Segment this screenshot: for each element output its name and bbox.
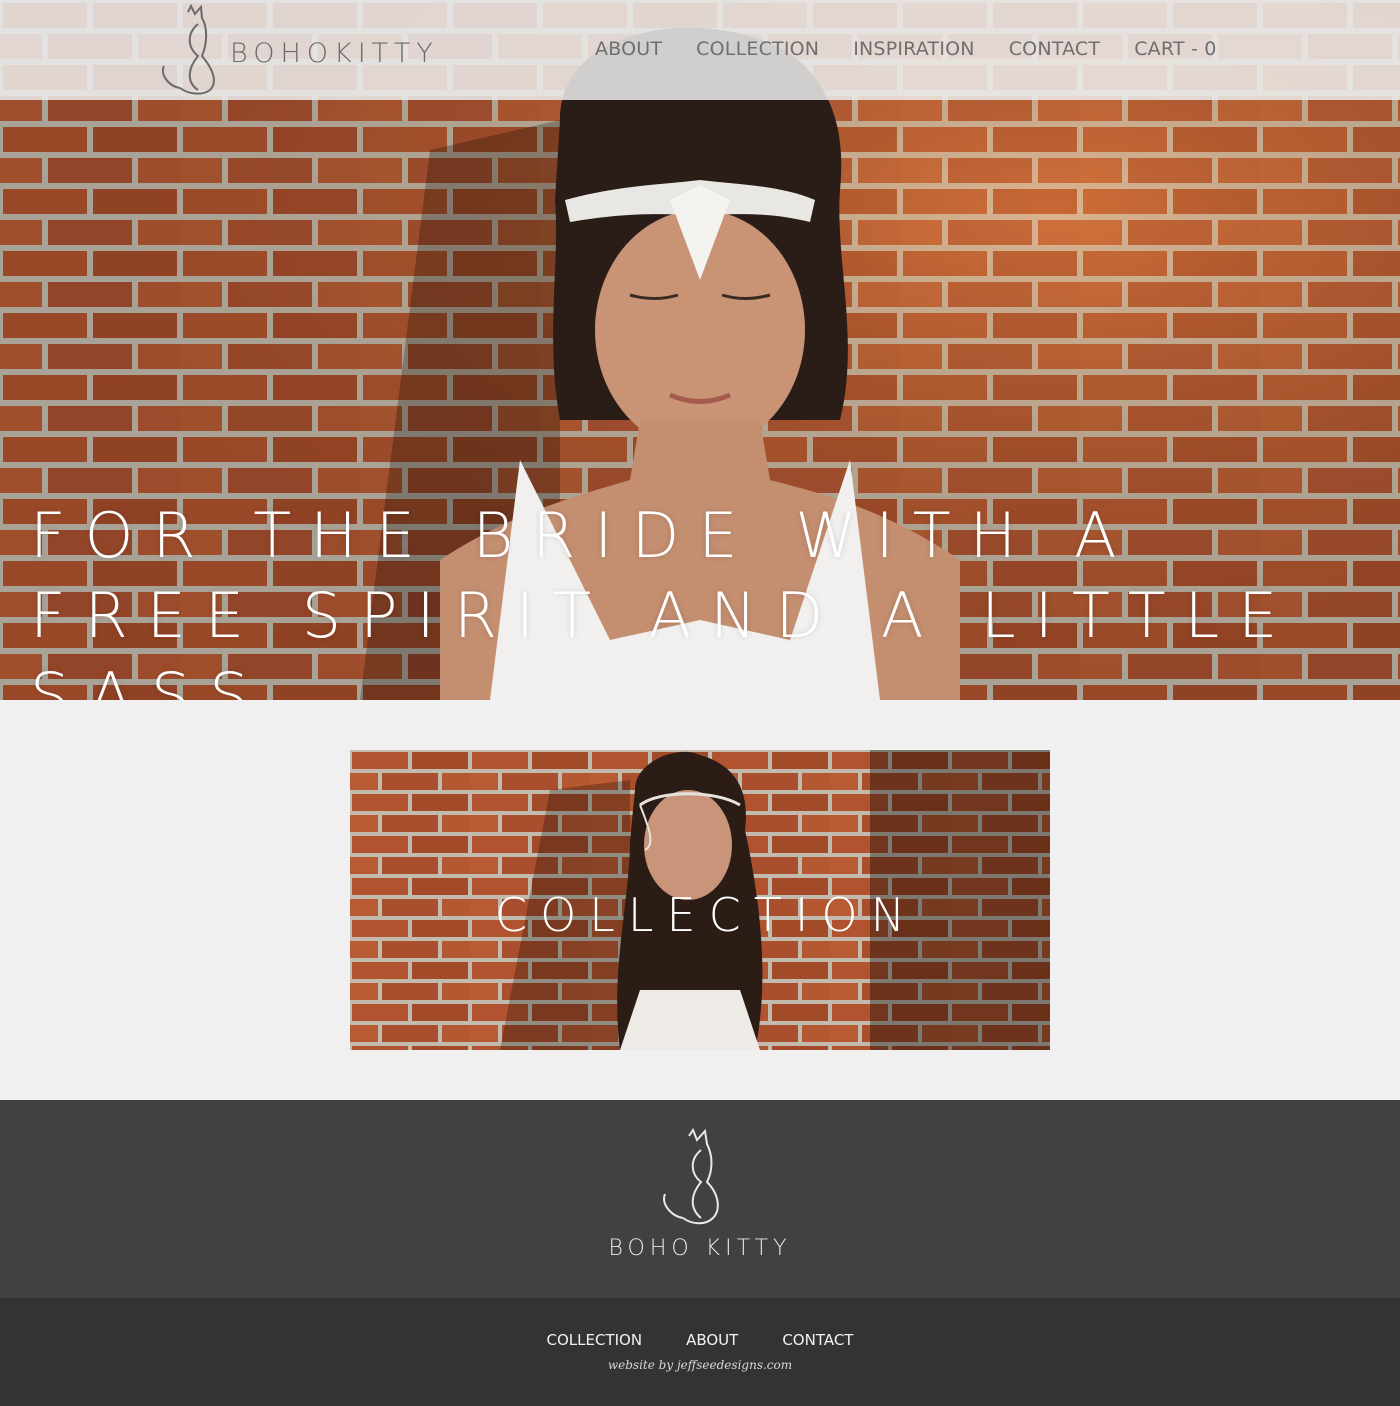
nav-cart[interactable]: CART - 0 [1134, 38, 1216, 60]
footer-bottom-bar [0, 1298, 1400, 1406]
footer-nav-collection[interactable]: COLLECTION [547, 1331, 643, 1349]
cat-logo-icon [162, 4, 215, 95]
site-header: BOHOKITTY ABOUT COLLECTION INSPIRATION C… [0, 0, 1400, 100]
nav-inspiration[interactable]: INSPIRATION [853, 38, 974, 60]
nav-contact[interactable]: CONTACT [1009, 38, 1101, 60]
brand-wordmark: BOHOKITTY [230, 38, 439, 69]
footer-nav-about[interactable]: ABOUT [686, 1331, 738, 1349]
hero-banner: BOHOKITTY ABOUT COLLECTION INSPIRATION C… [0, 0, 1400, 700]
footer-cat-logo-icon [663, 1128, 719, 1225]
collection-tile-label: COLLECTION [494, 888, 919, 942]
footer-nav: COLLECTION ABOUT CONTACT [0, 1331, 1400, 1349]
hero-headline: FOR THE BRIDE WITH A FREE SPIRIT AND A L… [30, 499, 1297, 700]
nav-about[interactable]: ABOUT [595, 38, 662, 60]
footer-nav-contact[interactable]: CONTACT [782, 1331, 853, 1349]
footer-brand-name: BOHO KITTY [608, 1236, 792, 1261]
nav-collection[interactable]: COLLECTION [696, 38, 819, 60]
brand-logo-link[interactable]: BOHOKITTY [158, 4, 458, 96]
main-nav: ABOUT COLLECTION INSPIRATION CONTACT CAR… [595, 38, 1217, 60]
footer-credit-link[interactable]: website by jeffseedesigns.com [0, 1358, 1400, 1372]
